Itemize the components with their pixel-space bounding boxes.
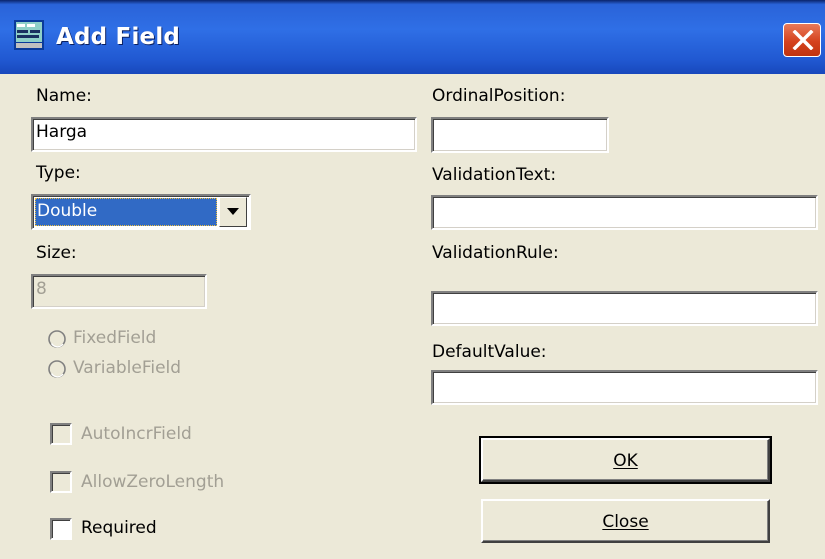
validation-text-input[interactable] [431, 195, 818, 230]
fixed-field-radio [48, 330, 66, 348]
add-field-dialog: Add Field Name: Harga Type: Double Size:… [0, 0, 825, 559]
default-value-label: DefaultValue: [432, 342, 547, 362]
ok-button-label: OK [613, 451, 638, 471]
window-title: Add Field [56, 24, 181, 50]
allow-zero-length-checkbox [50, 471, 72, 493]
validation-text-label: ValidationText: [432, 165, 557, 185]
fixed-field-label: FixedField [73, 328, 157, 348]
autoincr-field-checkbox [50, 423, 72, 445]
type-dropdown-button[interactable] [219, 197, 247, 227]
close-window-button[interactable] [783, 23, 821, 57]
name-input[interactable]: Harga [31, 117, 417, 152]
title-bar[interactable]: Add Field [0, 0, 825, 74]
size-label: Size: [36, 243, 77, 263]
default-value-input[interactable] [431, 370, 818, 405]
ordinal-position-input[interactable] [431, 117, 609, 153]
close-button-label: Close [602, 512, 649, 532]
validation-rule-label: ValidationRule: [432, 243, 559, 263]
type-select[interactable]: Double [31, 194, 251, 230]
close-button[interactable]: Close [481, 499, 770, 543]
autoincr-field-label: AutoIncrField [81, 424, 192, 444]
ok-button[interactable]: OK [479, 436, 772, 484]
size-input-value: 8 [36, 279, 47, 299]
name-label: Name: [36, 86, 92, 106]
type-label: Type: [36, 163, 81, 183]
required-label: Required [81, 518, 157, 538]
validation-rule-input[interactable] [431, 291, 818, 326]
variable-field-radio [48, 360, 66, 378]
close-icon [792, 30, 814, 50]
required-checkbox[interactable] [50, 518, 72, 540]
size-input: 8 [31, 274, 207, 309]
name-input-value: Harga [36, 122, 88, 142]
allow-zero-length-label: AllowZeroLength [81, 472, 225, 492]
ordinal-position-label: OrdinalPosition: [432, 86, 566, 106]
database-app-icon [14, 20, 44, 50]
type-selected-value: Double [35, 198, 217, 226]
chevron-down-icon [227, 208, 239, 215]
variable-field-label: VariableField [73, 358, 182, 378]
